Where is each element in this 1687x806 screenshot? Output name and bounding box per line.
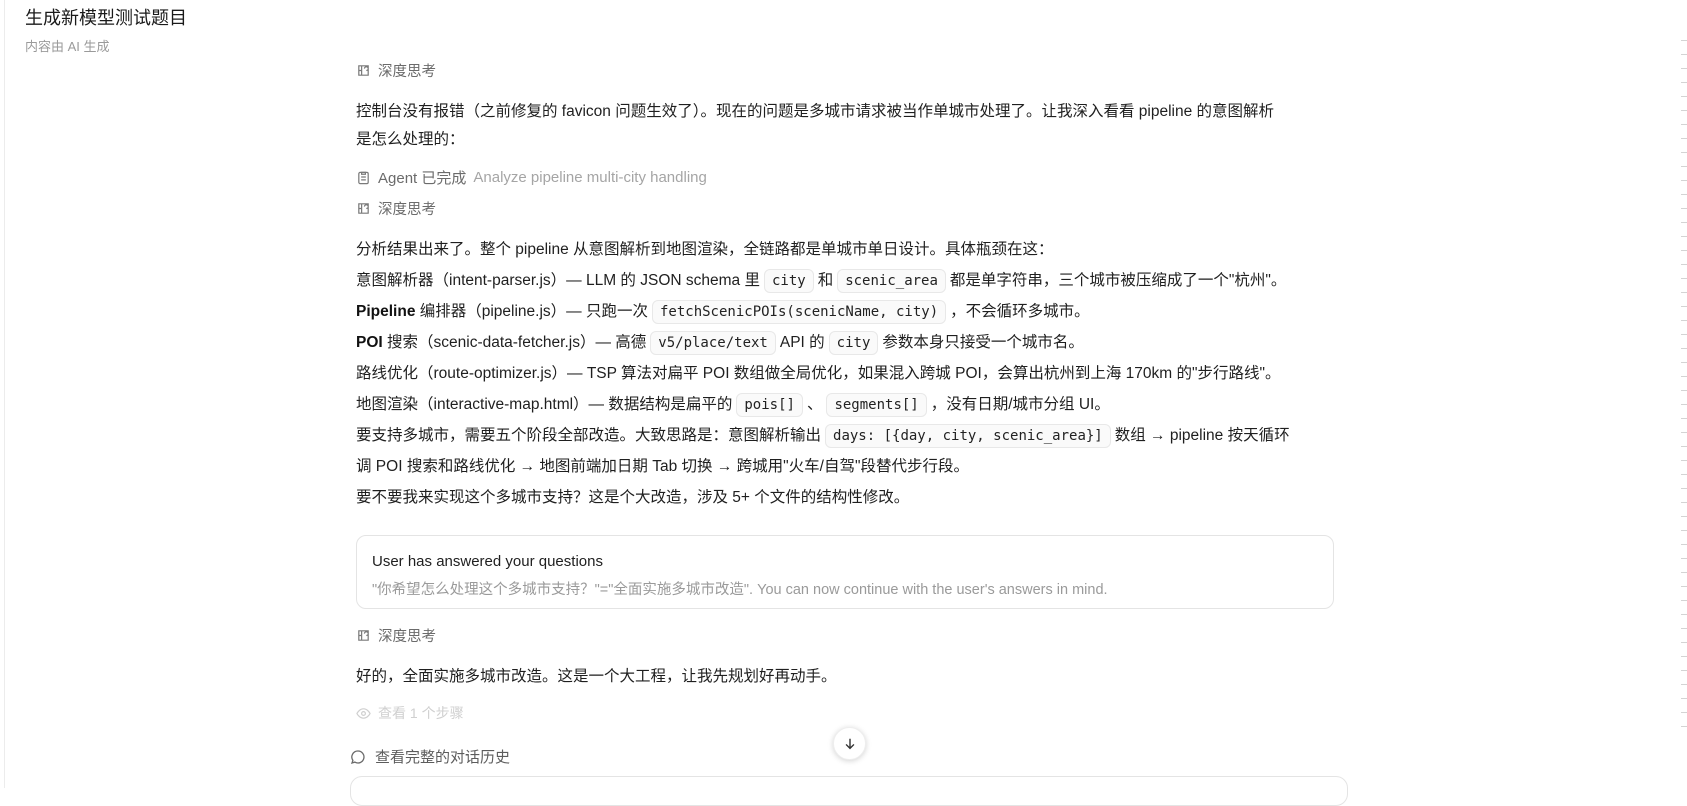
agent-task: Analyze pipeline multi-city handling [473, 169, 707, 186]
conversation-header: 生成新模型测试题目 内容由 AI 生成 [25, 6, 187, 55]
text: 参数本身只接受一个城市名。 [882, 334, 1084, 351]
thinking-toggle-1[interactable]: 深度思考 [356, 60, 436, 81]
text: 搜索（scenic-data-fetcher.js）— 高德 [382, 334, 647, 351]
user-answer-card: User has answered your questions "你希望怎么处… [356, 535, 1334, 609]
bold-text: Pipeline [356, 303, 416, 320]
eye-icon [356, 707, 371, 719]
inline-code: segments[] [826, 393, 927, 417]
view-steps-label: 查看 1 个步骤 [378, 705, 464, 721]
text: API 的 [779, 334, 825, 351]
text: 意图解析器（intent-parser.js）— LLM 的 JSON sche… [356, 272, 760, 289]
text: 数组 → pipeline 按天循环 [1114, 427, 1290, 444]
ai-generated-note: 内容由 AI 生成 [25, 39, 110, 54]
thinking-icon [358, 630, 369, 641]
message-paragraph: 好的，全面实施多城市改造。这是一个大工程，让我先规划好再动手。 [356, 668, 837, 685]
text: 要支持多城市，需要五个阶段全部改造。大致思路是：意图解析输出 [356, 427, 822, 444]
inline-code: pois[] [736, 393, 803, 417]
thinking-toggle-2[interactable]: 深度思考 [356, 198, 436, 219]
chat-bubble-icon [350, 749, 365, 764]
thinking-label: 深度思考 [378, 202, 436, 218]
clipboard-icon [358, 171, 369, 185]
arrow-down-icon [845, 738, 854, 749]
analysis-intro-text: 分析结果出来了。整个 pipeline 从意图解析到地图渲染，全链路都是单城市单… [356, 241, 1054, 258]
bold-text: POI [356, 334, 383, 351]
analysis-line-plan: 要支持多城市，需要五个阶段全部改造。大致思路是：意图解析输出 days: [{da… [356, 420, 1290, 452]
thinking-icon [358, 65, 369, 76]
thinking-label: 深度思考 [378, 64, 436, 80]
agent-status: Agent 已完成 [378, 170, 467, 187]
analysis-line-plan-cont: 调 POI 搜索和路线优化 → 地图前端加日期 Tab 切换 → 跨城用"火车/… [356, 458, 969, 475]
text: ，不会循环多城市。 [950, 303, 1090, 320]
view-steps-link[interactable]: 查看 1 个步骤 [356, 703, 464, 723]
agent-status-row[interactable]: Agent 已完成 Analyze pipeline multi-city ha… [356, 167, 707, 188]
inline-code: v5/place/text [650, 331, 776, 355]
message-composer[interactable] [350, 776, 1348, 806]
text: 和 [817, 272, 834, 289]
message-paragraph: 控制台没有报错（之前修复的 favicon 问题生效了）。现在的问题是多城市请求… [356, 103, 1275, 120]
analysis-line-intent-parser: 意图解析器（intent-parser.js）— LLM 的 JSON sche… [356, 265, 1286, 297]
text: 都是单字符串，三个城市被压缩成了一个"杭州"。 [949, 272, 1287, 289]
view-full-history-link[interactable]: 查看完整的对话历史 [350, 746, 510, 767]
analysis-line-pipeline: Pipeline 编排器（pipeline.js）— 只跑一次 fetchScen… [356, 296, 1090, 328]
message-paragraph: 是怎么处理的： [356, 131, 465, 148]
inline-code: days: [{day, city, scenic_area}] [825, 424, 1111, 448]
thinking-toggle-3[interactable]: 深度思考 [356, 625, 436, 646]
page-title: 生成新模型测试题目 [25, 8, 187, 28]
text: ，没有日期/城市分组 UI。 [930, 396, 1110, 413]
scroll-minimap[interactable] [1679, 40, 1687, 740]
thinking-icon [358, 203, 369, 214]
analysis-question: 要不要我来实现这个多城市支持？这是个大改造，涉及 5+ 个文件的结构性修改。 [356, 489, 910, 506]
inline-code: fetchScenicPOIs(scenicName, city) [651, 300, 947, 324]
answer-card-heading: User has answered your questions [372, 553, 603, 570]
answer-card-detail: "你希望怎么处理这个多城市支持？"="全面实施多城市改造". You can n… [372, 582, 1108, 598]
left-divider [4, 0, 5, 788]
scroll-to-bottom-button[interactable] [833, 727, 866, 760]
inline-code: scenic_area [837, 269, 946, 293]
text: 地图渲染（interactive-map.html）— 数据结构是扁平的 [356, 396, 733, 413]
text: 编排器（pipeline.js）— 只跑一次 [415, 303, 648, 320]
analysis-line-poi: POI 搜索（scenic-data-fetcher.js）— 高德 v5/pla… [356, 327, 1084, 359]
analysis-line-map: 地图渲染（interactive-map.html）— 数据结构是扁平的 pois… [356, 389, 1110, 421]
text: 、 [806, 396, 823, 413]
analysis-line-route: 路线优化（route-optimizer.js）— TSP 算法对扁平 POI … [356, 365, 1281, 382]
thinking-label: 深度思考 [378, 629, 436, 645]
inline-code: city [763, 269, 814, 293]
history-label: 查看完整的对话历史 [375, 749, 511, 766]
inline-code: city [828, 331, 879, 355]
analysis-intro: 分析结果出来了。整个 pipeline 从意图解析到地图渲染，全链路都是单城市单… [356, 234, 1054, 265]
